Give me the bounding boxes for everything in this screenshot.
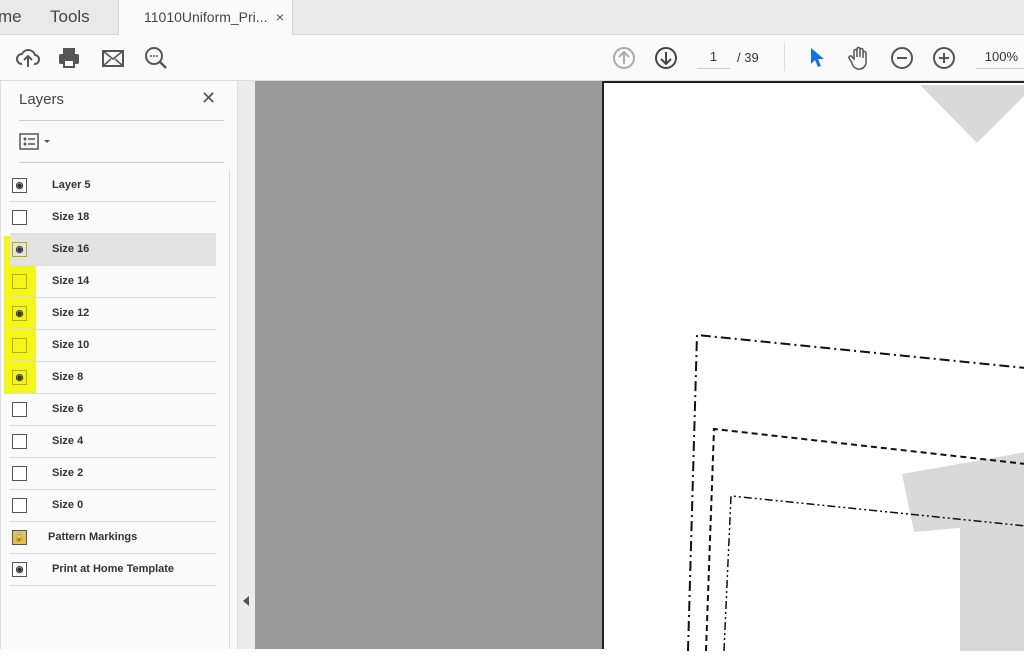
tab-home[interactable]: me: [0, 0, 22, 35]
layer-row[interactable]: Size 18: [10, 202, 216, 234]
layer-row[interactable]: ◉ Print at Home Template: [10, 554, 216, 586]
lock-icon[interactable]: 🔒: [12, 530, 27, 545]
layer-row[interactable]: ◉ Layer 5: [10, 170, 216, 202]
close-panel-icon[interactable]: ✕: [201, 88, 216, 109]
divider: [19, 162, 224, 163]
email-icon[interactable]: [100, 45, 126, 71]
zoom-level-input[interactable]: 100%: [976, 45, 1024, 69]
layer-label: Layer 5: [52, 179, 91, 191]
eye-icon[interactable]: ◉: [12, 370, 27, 385]
tab-tools[interactable]: Tools: [50, 0, 90, 35]
panel-splitter[interactable]: [237, 81, 255, 649]
visibility-checkbox[interactable]: [12, 274, 27, 289]
layer-row[interactable]: Size 4: [10, 426, 216, 458]
select-cursor-icon[interactable]: [804, 45, 830, 71]
document-canvas[interactable]: [255, 81, 602, 649]
zoom-out-icon[interactable]: [889, 45, 915, 71]
layer-label: Size 16: [52, 243, 90, 255]
layer-row[interactable]: Size 6: [10, 394, 216, 426]
divider: [784, 43, 785, 71]
layer-label: Size 4: [52, 435, 84, 447]
pattern-drawing: [687, 85, 1024, 652]
tab-document[interactable]: 11010Uniform_Pri... ×: [118, 0, 293, 36]
eye-icon[interactable]: ◉: [12, 562, 27, 577]
layer-label: Pattern Markings: [48, 531, 138, 543]
layer-label: Print at Home Template: [52, 563, 175, 575]
divider: [19, 120, 224, 121]
layer-label: Size 0: [52, 499, 84, 511]
layer-row[interactable]: Size 10: [10, 330, 216, 362]
eye-icon[interactable]: ◉: [12, 242, 27, 257]
layer-row[interactable]: Size 2: [10, 458, 216, 490]
print-icon[interactable]: [56, 45, 82, 71]
previous-page-icon[interactable]: [611, 45, 637, 71]
visibility-checkbox[interactable]: [12, 434, 27, 449]
next-page-icon[interactable]: [653, 45, 679, 71]
eye-icon[interactable]: ◉: [12, 178, 27, 193]
layer-row[interactable]: Size 0: [10, 490, 216, 522]
layer-row[interactable]: ◉ Size 12: [10, 298, 216, 330]
toolbar: 1 / 39 100%: [0, 35, 1024, 81]
cloud-upload-icon[interactable]: [15, 45, 41, 71]
layer-row[interactable]: 🔒 Pattern Markings: [10, 522, 216, 554]
visibility-checkbox[interactable]: [12, 402, 27, 417]
layer-row[interactable]: Size 14: [10, 266, 216, 298]
page-total: / 39: [737, 50, 759, 65]
layer-label: Size 14: [52, 275, 90, 287]
visibility-checkbox[interactable]: [12, 466, 27, 481]
eye-icon[interactable]: ◉: [12, 306, 27, 321]
visibility-checkbox[interactable]: [12, 338, 27, 353]
layer-label: Size 18: [52, 211, 90, 223]
layer-label: Size 10: [52, 339, 90, 351]
layer-row[interactable]: ◉ Size 8: [10, 362, 216, 394]
layers-scrollbar[interactable]: [229, 170, 230, 649]
tab-document-title: 11010Uniform_Pri...: [144, 9, 268, 25]
search-icon[interactable]: [143, 45, 169, 71]
hand-tool-icon[interactable]: [846, 45, 872, 71]
zoom-in-icon[interactable]: [931, 45, 957, 71]
close-tab-icon[interactable]: ×: [276, 0, 284, 34]
layer-label: Size 2: [52, 467, 84, 479]
tab-bar: me Tools 11010Uniform_Pri... ×: [0, 0, 1024, 36]
layer-label: Size 12: [52, 307, 90, 319]
visibility-checkbox[interactable]: [12, 210, 27, 225]
layer-row[interactable]: ◉ Size 16: [10, 234, 216, 266]
layer-label: Size 6: [52, 403, 84, 415]
layer-label: Size 8: [52, 371, 84, 383]
pdf-page[interactable]: [602, 81, 1024, 652]
collapse-panel-icon[interactable]: [243, 596, 249, 606]
visibility-checkbox[interactable]: [12, 498, 27, 513]
layers-title: Layers: [19, 91, 65, 108]
page-number-input[interactable]: 1: [697, 45, 730, 69]
layer-options-icon[interactable]: [19, 133, 55, 151]
